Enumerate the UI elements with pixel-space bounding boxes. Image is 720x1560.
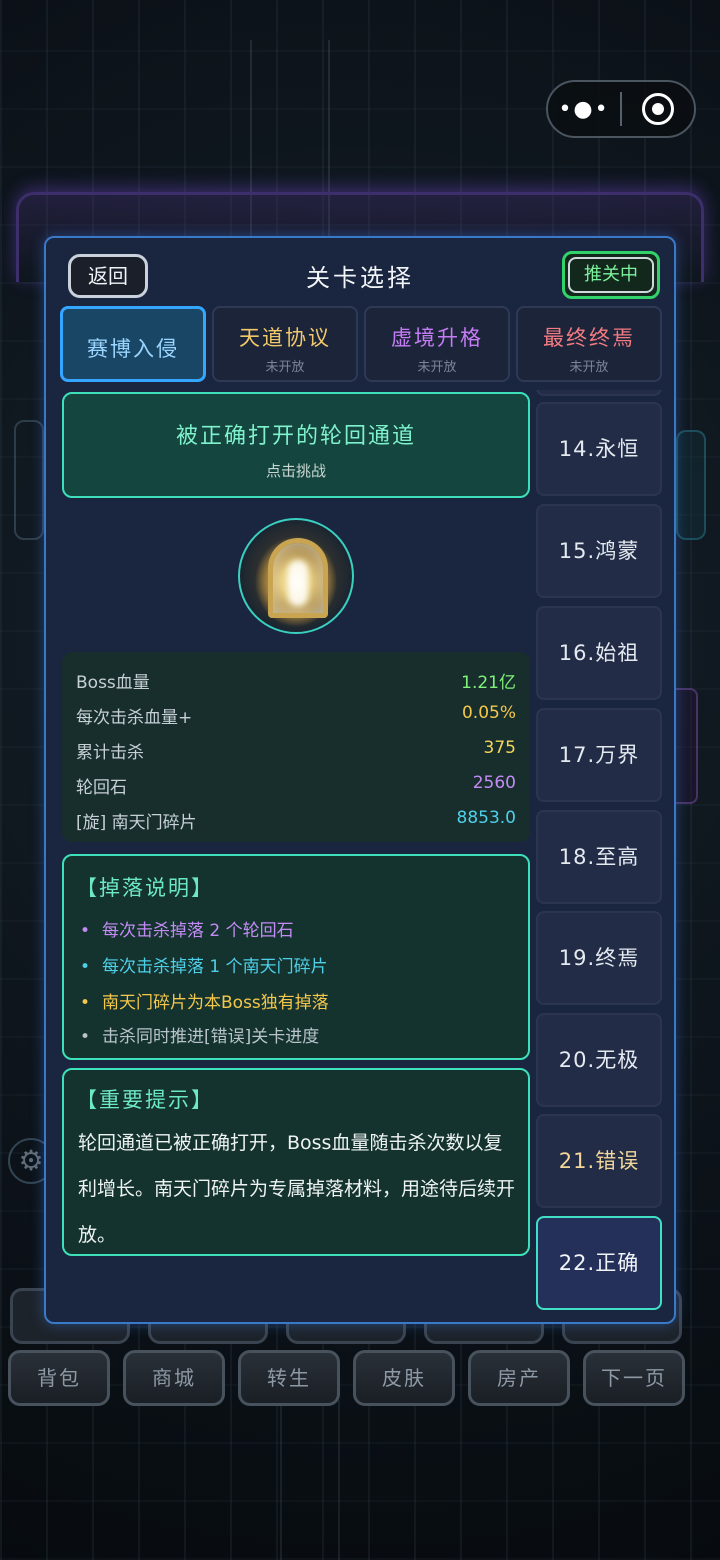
stat-value: 2560 (472, 773, 516, 793)
drop-info-title: 【掉落说明】 (76, 876, 214, 900)
tab-status: 未开放 (569, 360, 609, 375)
level-list[interactable]: 14.永恒 15.鸿蒙 16.始祖 17.万界 18.至高 19.终焉 20.无… (536, 390, 664, 1310)
tab-status: 未开放 (417, 360, 457, 375)
stat-value: 375 (483, 738, 516, 758)
bullet-icon: • (80, 993, 91, 1013)
stat-row: 轮回石 2560 (76, 773, 516, 803)
challenge-button[interactable]: 被正确打开的轮回通道 点击挑战 (62, 392, 530, 498)
bullet-icon: • (80, 1027, 91, 1047)
nav-button-shop[interactable]: 商城 (123, 1350, 225, 1406)
more-dots-icon[interactable]: •●• (548, 97, 620, 122)
stat-value: 1.21亿 (461, 673, 516, 693)
level-item[interactable]: 20.无极 (536, 1013, 662, 1107)
close-button[interactable] (622, 93, 694, 125)
nav-button-next-page[interactable]: 下一页 (583, 1350, 685, 1406)
drop-item: • 每次击杀掉落 2 个轮回石 (80, 916, 294, 941)
stat-row: 每次击杀血量+ 0.05% (76, 703, 516, 733)
boss-portrait (238, 518, 354, 634)
drop-item: • 每次击杀掉落 1 个南天门碎片 (80, 952, 328, 977)
stat-label: Boss血量 (76, 673, 150, 693)
drop-text: 南天门碎片为本Boss独有掉落 (102, 993, 329, 1013)
stat-label: [旋] 南天门碎片 (76, 813, 197, 833)
background-side-tab (676, 430, 706, 540)
challenge-subtitle: 点击挑战 (265, 462, 326, 480)
level-item[interactable]: 15.鸿蒙 (536, 504, 662, 598)
stat-value: 8853.0 (456, 808, 516, 828)
nav-button-property[interactable]: 房产 (468, 1350, 570, 1406)
level-item[interactable]: 19.终焉 (536, 911, 662, 1005)
stat-row: 累计击杀 375 (76, 738, 516, 768)
stat-label: 轮回石 (76, 778, 127, 798)
stat-row: [旋] 南天门碎片 8853.0 (76, 808, 516, 838)
nav-button-rebirth[interactable]: 转生 (238, 1350, 340, 1406)
stat-label: 累计击杀 (76, 743, 144, 763)
background-side-tab (14, 420, 44, 540)
level-item[interactable]: 16.始祖 (536, 606, 662, 700)
stat-row: Boss血量 1.21亿 (76, 668, 516, 698)
recommend-level-button[interactable]: 推关中 (562, 251, 660, 299)
challenge-title: 被正确打开的轮回通道 (175, 424, 416, 449)
target-icon (642, 93, 674, 125)
nav-button-skin[interactable]: 皮肤 (353, 1350, 455, 1406)
level-item[interactable]: 21.错误 (536, 1114, 662, 1208)
drop-info-panel: 【掉落说明】 • 每次击杀掉落 2 个轮回石 • 每次击杀掉落 1 个南天门碎片 •… (62, 854, 530, 1060)
background-decoration (280, 1400, 340, 1560)
gate-glow (288, 560, 308, 606)
bullet-icon: • (80, 921, 91, 941)
level-item-selected[interactable]: 22.正确 (536, 1216, 662, 1310)
bullet-icon: • (80, 957, 91, 977)
drop-text: 击杀同时推进[错误]关卡进度 (102, 1027, 320, 1047)
level-select-modal: 返回 关卡选择 推关中 赛博入侵 天道协议 未开放 虚境升格 未开放 最终终焉 … (44, 236, 676, 1324)
tab-label: 赛博入侵 (87, 337, 179, 361)
bottom-nav: 背包 商城 转生 皮肤 房产 下一页 (8, 1350, 688, 1408)
miniprogram-capsule: •●• (546, 80, 696, 138)
nav-button-backpack[interactable]: 背包 (8, 1350, 110, 1406)
tab-heaven-protocol[interactable]: 天道协议 未开放 (212, 306, 358, 382)
chapter-tabs: 赛博入侵 天道协议 未开放 虚境升格 未开放 最终终焉 未开放 (60, 306, 664, 384)
recommend-level-label: 推关中 (568, 257, 654, 293)
level-item[interactable]: 18.至高 (536, 810, 662, 904)
drop-item: • 南天门碎片为本Boss独有掉落 (80, 988, 329, 1013)
stat-label: 每次击杀血量+ (76, 708, 193, 728)
tab-virtual-ascension[interactable]: 虚境升格 未开放 (364, 306, 510, 382)
tips-text: 轮回通道已被正确打开，Boss血量随击杀次数以复利增长。南天门碎片为专属掉落材料… (78, 1132, 516, 1246)
tips-title: 【重要提示】 (76, 1088, 214, 1112)
modal-header: 返回 关卡选择 推关中 (46, 238, 674, 306)
tab-label: 虚境升格 (391, 326, 483, 350)
level-item[interactable]: 17.万界 (536, 708, 662, 802)
boss-stats-panel: Boss血量 1.21亿 每次击杀血量+ 0.05% 累计击杀 375 轮回石 … (62, 652, 530, 842)
tab-status: 未开放 (265, 360, 305, 375)
tab-cyber-invasion[interactable]: 赛博入侵 (60, 306, 206, 382)
drop-text: 每次击杀掉落 2 个轮回石 (102, 921, 294, 941)
level-item[interactable]: 14.永恒 (536, 402, 662, 496)
tab-label: 最终终焉 (543, 326, 635, 350)
important-tips-panel: 【重要提示】 轮回通道已被正确打开，Boss血量随击杀次数以复利增长。南天门碎片… (62, 1068, 530, 1256)
drop-item: • 击杀同时推进[错误]关卡进度 (80, 1022, 319, 1047)
level-item-partial[interactable] (536, 390, 662, 396)
tab-label: 天道协议 (239, 326, 331, 350)
tab-final-end[interactable]: 最终终焉 未开放 (516, 306, 662, 382)
drop-text: 每次击杀掉落 1 个南天门碎片 (102, 957, 328, 977)
stat-value: 0.05% (461, 703, 516, 723)
